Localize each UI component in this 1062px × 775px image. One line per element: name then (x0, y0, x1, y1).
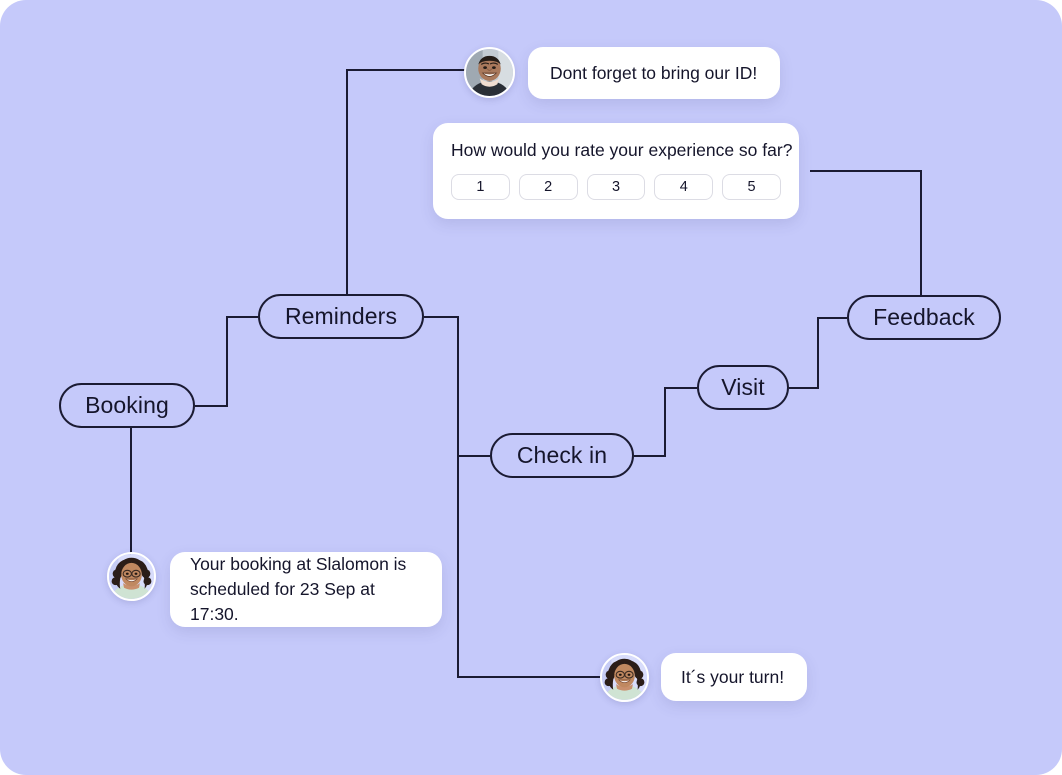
flow-node-visit-label: Visit (721, 374, 765, 400)
woman-glasses-avatar-booking (107, 552, 156, 601)
flow-node-check-in-label: Check in (516, 442, 608, 468)
woman-glasses-avatar-your-turn (600, 653, 649, 702)
man-smiling-avatar (464, 47, 515, 98)
connector-checkin-to-your-turn (457, 456, 604, 678)
journey-flow-canvas: Booking Reminders Check in Visit Feedbac… (0, 0, 1062, 775)
connector-rating-card-to-feedback (810, 170, 922, 295)
flow-node-reminders-label: Reminders (284, 303, 398, 329)
message-bubble-your-turn-text: It´s your turn! (681, 666, 785, 687)
flow-node-booking[interactable]: Booking (59, 383, 195, 428)
rating-option-5[interactable]: 5 (722, 174, 781, 200)
message-bubble-booking-confirmation: Your booking at Slalomon is scheduled fo… (170, 552, 442, 627)
connector-checkin-to-visit (634, 387, 697, 457)
woman-glasses-avatar-image (109, 554, 154, 599)
message-bubble-your-turn: It´s your turn! (661, 653, 807, 701)
connector-reminders-to-checkin (424, 316, 490, 457)
flow-node-feedback[interactable]: Feedback (847, 295, 1001, 340)
rating-option-1[interactable]: 1 (451, 174, 510, 200)
man-smiling-avatar-image (466, 49, 513, 96)
message-bubble-bring-id: Dont forget to bring our ID! (528, 47, 780, 99)
flow-node-visit[interactable]: Visit (697, 365, 789, 410)
rating-card: How would you rate your experience so fa… (433, 123, 799, 219)
flow-node-check-in[interactable]: Check in (490, 433, 634, 478)
connector-booking-to-reminders (195, 316, 258, 407)
flow-node-reminders[interactable]: Reminders (258, 294, 424, 339)
message-bubble-booking-confirmation-text: Your booking at Slalomon is scheduled fo… (190, 554, 407, 624)
connector-visit-to-feedback (789, 317, 847, 389)
rating-option-2[interactable]: 2 (518, 174, 578, 200)
woman-glasses-avatar-image (602, 655, 647, 700)
rating-question: How would you rate your experience so fa… (451, 140, 793, 160)
message-bubble-bring-id-text: Dont forget to bring our ID! (550, 62, 758, 83)
rating-option-4[interactable]: 4 (654, 174, 714, 200)
flow-node-booking-label: Booking (85, 392, 169, 418)
rating-options-row: 1 2 3 4 5 (451, 174, 781, 200)
rating-option-3[interactable]: 3 (586, 174, 646, 200)
flow-node-feedback-label: Feedback (873, 304, 975, 330)
